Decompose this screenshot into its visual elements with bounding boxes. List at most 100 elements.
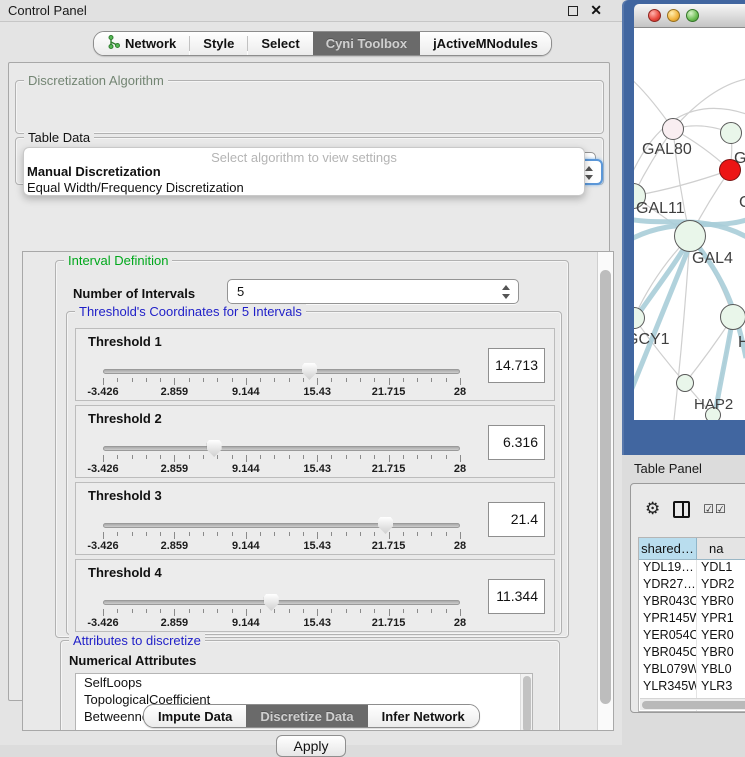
tab-infer-network[interactable]: Infer Network	[368, 705, 479, 727]
table-row[interactable]: YPR145WYPR1	[639, 611, 745, 628]
table-row[interactable]: YBR045CYBR0	[639, 645, 745, 662]
threshold-panel: Threshold 2-3.4262.8599.14415.4321.71528…	[75, 405, 555, 478]
table-row[interactable]: YDR27…YDR2	[639, 577, 745, 594]
tick-mark	[303, 609, 304, 613]
threshold-slider[interactable]: -3.4262.8599.14415.4321.71528	[103, 517, 460, 553]
threshold-value-field[interactable]: 21.4	[488, 502, 545, 537]
GAL80-node[interactable]	[662, 118, 684, 140]
close-traffic-light-icon[interactable]	[648, 9, 661, 22]
cell-shared-name: YER054C	[639, 628, 697, 645]
threshold-value-field[interactable]: 14.713	[488, 348, 545, 383]
tick-mark	[303, 532, 304, 536]
table-row[interactable]: YLR345WYLR3	[639, 679, 745, 696]
settings-vertical-scrollbar[interactable]	[597, 252, 613, 730]
tick-mark	[203, 532, 204, 536]
tick-mark	[246, 609, 247, 616]
threshold-value-field[interactable]: 6.316	[488, 425, 545, 460]
checkbox-icons[interactable]: ☑☑	[703, 502, 727, 516]
slider-track[interactable]	[103, 369, 460, 374]
tick-mark	[431, 378, 432, 382]
tick-mark	[117, 609, 118, 613]
tab-discretize-data[interactable]: Discretize Data	[246, 705, 367, 727]
gear-icon[interactable]: ⚙	[645, 500, 660, 518]
tick-mark	[374, 378, 375, 382]
tick-label: 2.859	[161, 617, 189, 629]
table-row[interactable]: YER054CYER0	[639, 628, 745, 645]
threshold-slider[interactable]: -3.4262.8599.14415.4321.71528	[103, 594, 460, 630]
tab-cyni-toolbox[interactable]: Cyni Toolbox	[313, 32, 420, 55]
tab-label: Cyni Toolbox	[326, 36, 407, 51]
tick-mark	[103, 455, 104, 462]
tab-impute-data[interactable]: Impute Data	[144, 705, 246, 727]
settings-scrollbar-thumb[interactable]	[600, 270, 611, 704]
partial-node-right[interactable]	[720, 122, 742, 144]
slider-ticks	[103, 378, 460, 386]
tick-label: -3.426	[87, 386, 118, 398]
cell-name: YBR0	[697, 594, 745, 611]
node-label: GAL11	[636, 200, 685, 218]
column-header-name[interactable]: na	[697, 538, 745, 559]
tick-mark	[360, 532, 361, 536]
table-scrollbar-thumb[interactable]	[642, 701, 745, 709]
H-node[interactable]	[720, 304, 745, 330]
tab-jactivemnodules[interactable]: jActiveMNodules	[420, 32, 551, 55]
slider-track[interactable]	[103, 600, 460, 605]
node-label: HAP2	[694, 396, 733, 413]
threshold-slider[interactable]: -3.4262.8599.14415.4321.71528	[103, 440, 460, 476]
tick-mark	[189, 609, 190, 613]
threshold-slider[interactable]: -3.4262.8599.14415.4321.71528	[103, 363, 460, 399]
node-attribute-table: shared… na YDL19…YDL1YDR27…YDR2YBR043CYB…	[638, 537, 745, 712]
dropdown-option[interactable]: Manual Discretization	[24, 164, 584, 180]
table-row[interactable]: YBR043CYBR0	[639, 594, 745, 611]
tab-label: jActiveMNodules	[433, 36, 538, 51]
tick-label: 9.144	[232, 540, 260, 552]
attributes-scrollbar-thumb[interactable]	[523, 676, 531, 731]
threshold-panel: Threshold 3-3.4262.8599.14415.4321.71528…	[75, 482, 555, 555]
network-canvas[interactable]: GAL80GACGAL11GAL4GCY1HHAP2	[634, 28, 745, 420]
cell-shared-name: YLR345W	[639, 679, 697, 696]
minimize-traffic-light-icon[interactable]	[667, 9, 680, 22]
GAL4-node[interactable]	[674, 220, 706, 252]
tick-mark	[274, 378, 275, 382]
tick-mark	[460, 378, 461, 385]
cyni-toolbox-panel: Discretization Algorithm Table Data galF…	[8, 62, 610, 701]
threshold-value-field[interactable]: 11.344	[488, 579, 545, 614]
tick-mark	[331, 532, 332, 536]
column-header-shared[interactable]: shared…	[639, 538, 697, 559]
zoom-traffic-light-icon[interactable]	[686, 9, 699, 22]
HAP2-node[interactable]	[676, 374, 694, 392]
tick-mark	[446, 609, 447, 613]
tick-mark	[374, 532, 375, 536]
algorithm-group: Discretization Algorithm	[15, 80, 604, 134]
tick-mark	[160, 455, 161, 459]
control-panel-titlebar: Control Panel ✕	[0, 0, 622, 22]
tick-mark	[317, 609, 318, 616]
tick-mark	[417, 378, 418, 382]
tick-mark	[446, 532, 447, 536]
slider-track[interactable]	[103, 523, 460, 528]
tab-style[interactable]: Style	[190, 32, 247, 55]
tick-mark	[160, 532, 161, 536]
tick-mark	[431, 609, 432, 613]
attribute-list-item[interactable]: SelfLoops	[76, 674, 532, 691]
table-row[interactable]: YDL19…YDL1	[639, 560, 745, 577]
table-row[interactable]: YBL079WYBL0	[639, 662, 745, 679]
dropdown-option[interactable]: Equal Width/Frequency Discretization	[24, 180, 584, 196]
slider-track[interactable]	[103, 446, 460, 451]
float-window-icon[interactable]	[568, 6, 578, 16]
tick-label: 9.144	[232, 617, 260, 629]
window-title: Control Panel	[8, 3, 87, 18]
network-window-titlebar[interactable]	[634, 4, 745, 28]
columns-icon[interactable]	[673, 501, 690, 518]
tick-mark	[460, 455, 461, 462]
tab-select[interactable]: Select	[248, 32, 312, 55]
close-icon[interactable]: ✕	[590, 2, 602, 19]
attributes-scrollbar[interactable]	[520, 674, 532, 731]
tick-mark	[403, 609, 404, 613]
apply-button[interactable]: Apply	[276, 735, 346, 757]
tick-label: 21.715	[372, 617, 406, 629]
node-label: C	[739, 194, 745, 212]
tab-network[interactable]: Network	[94, 32, 189, 55]
table-horizontal-scrollbar[interactable]	[640, 698, 745, 710]
number-of-intervals-combobox[interactable]: 5	[227, 279, 519, 304]
